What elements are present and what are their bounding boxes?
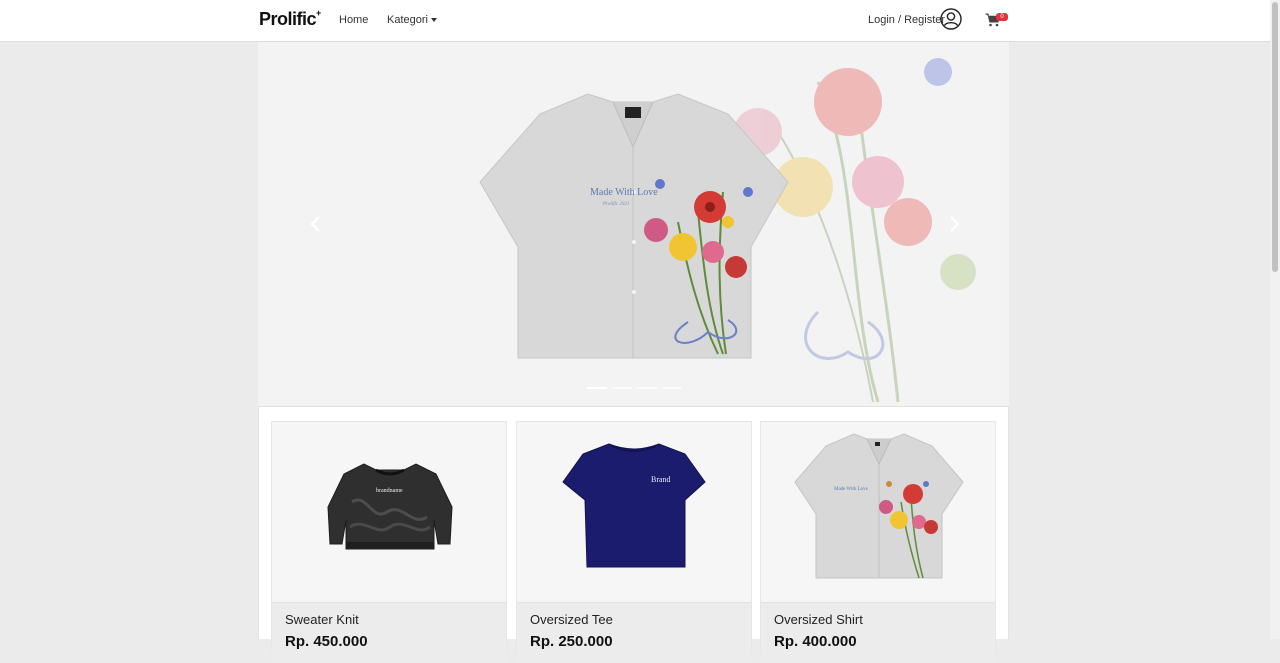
- scrollbar-thumb[interactable]: [1272, 2, 1278, 272]
- nav-kategori-dropdown[interactable]: Kategori: [387, 14, 437, 26]
- product-card-body: Sweater Knit Rp. 450.000: [272, 602, 506, 663]
- tee-print-text: Brand: [651, 475, 671, 484]
- carousel-indicator[interactable]: [662, 387, 682, 389]
- navbar: Prolific+ Home Kategori Login / Register…: [0, 0, 1270, 42]
- product-image-sweater[interactable]: brandname: [272, 422, 506, 602]
- carousel-indicators: [587, 387, 682, 390]
- product-name: Sweater Knit: [285, 612, 359, 627]
- carousel-slide-image: Made With Love Prolific 2021: [479, 58, 976, 403]
- product-name: Oversized Tee: [530, 612, 613, 627]
- brand-logo[interactable]: Prolific+: [259, 8, 321, 30]
- login-register-link[interactable]: Login / Register: [868, 14, 945, 26]
- nav-kategori-label: Kategori: [387, 14, 428, 26]
- carousel-indicator[interactable]: [587, 387, 607, 389]
- product-price: Rp. 400.000: [774, 633, 857, 650]
- product-card-body: Oversized Tee Rp. 250.000: [517, 602, 751, 663]
- product-image-shirt[interactable]: Made With Love: [761, 422, 995, 602]
- carousel-prev-icon[interactable]: [306, 212, 326, 236]
- hero-carousel: Made With Love Prolific 2021: [258, 42, 1009, 406]
- product-price: Rp. 450.000: [285, 633, 368, 650]
- product-image-tee[interactable]: Brand: [517, 422, 751, 602]
- product-card[interactable]: brandname Sweater Knit Rp. 450.000: [271, 421, 507, 663]
- product-grid: brandname Sweater Knit Rp. 450.000 Brand…: [258, 406, 1009, 663]
- carousel-indicator[interactable]: [612, 387, 632, 389]
- carousel-indicator[interactable]: [637, 387, 657, 389]
- product-card[interactable]: Made With Love Oversized Shirt Rp. 400.0…: [760, 421, 996, 663]
- sweater-print-text: brandname: [376, 488, 403, 494]
- product-card[interactable]: Brand Oversized Tee Rp. 250.000: [516, 421, 752, 663]
- product-price: Rp. 250.000: [530, 633, 613, 650]
- shirt-thumb-print-text: Made With Love: [834, 487, 869, 492]
- shirt-print-subtext: Prolific 2021: [602, 202, 629, 207]
- product-name: Oversized Shirt: [774, 612, 863, 627]
- carousel-next-icon[interactable]: [944, 212, 964, 236]
- shirt-print-text: Made With Love: [590, 187, 658, 198]
- page-scrollbar[interactable]: [1270, 0, 1280, 639]
- caret-down-icon: [430, 18, 437, 23]
- user-circle-icon[interactable]: [940, 8, 962, 30]
- cart-count-badge: 0: [996, 13, 1008, 21]
- nav-home[interactable]: Home: [339, 14, 368, 26]
- product-card-body: Oversized Shirt Rp. 400.000: [761, 602, 995, 663]
